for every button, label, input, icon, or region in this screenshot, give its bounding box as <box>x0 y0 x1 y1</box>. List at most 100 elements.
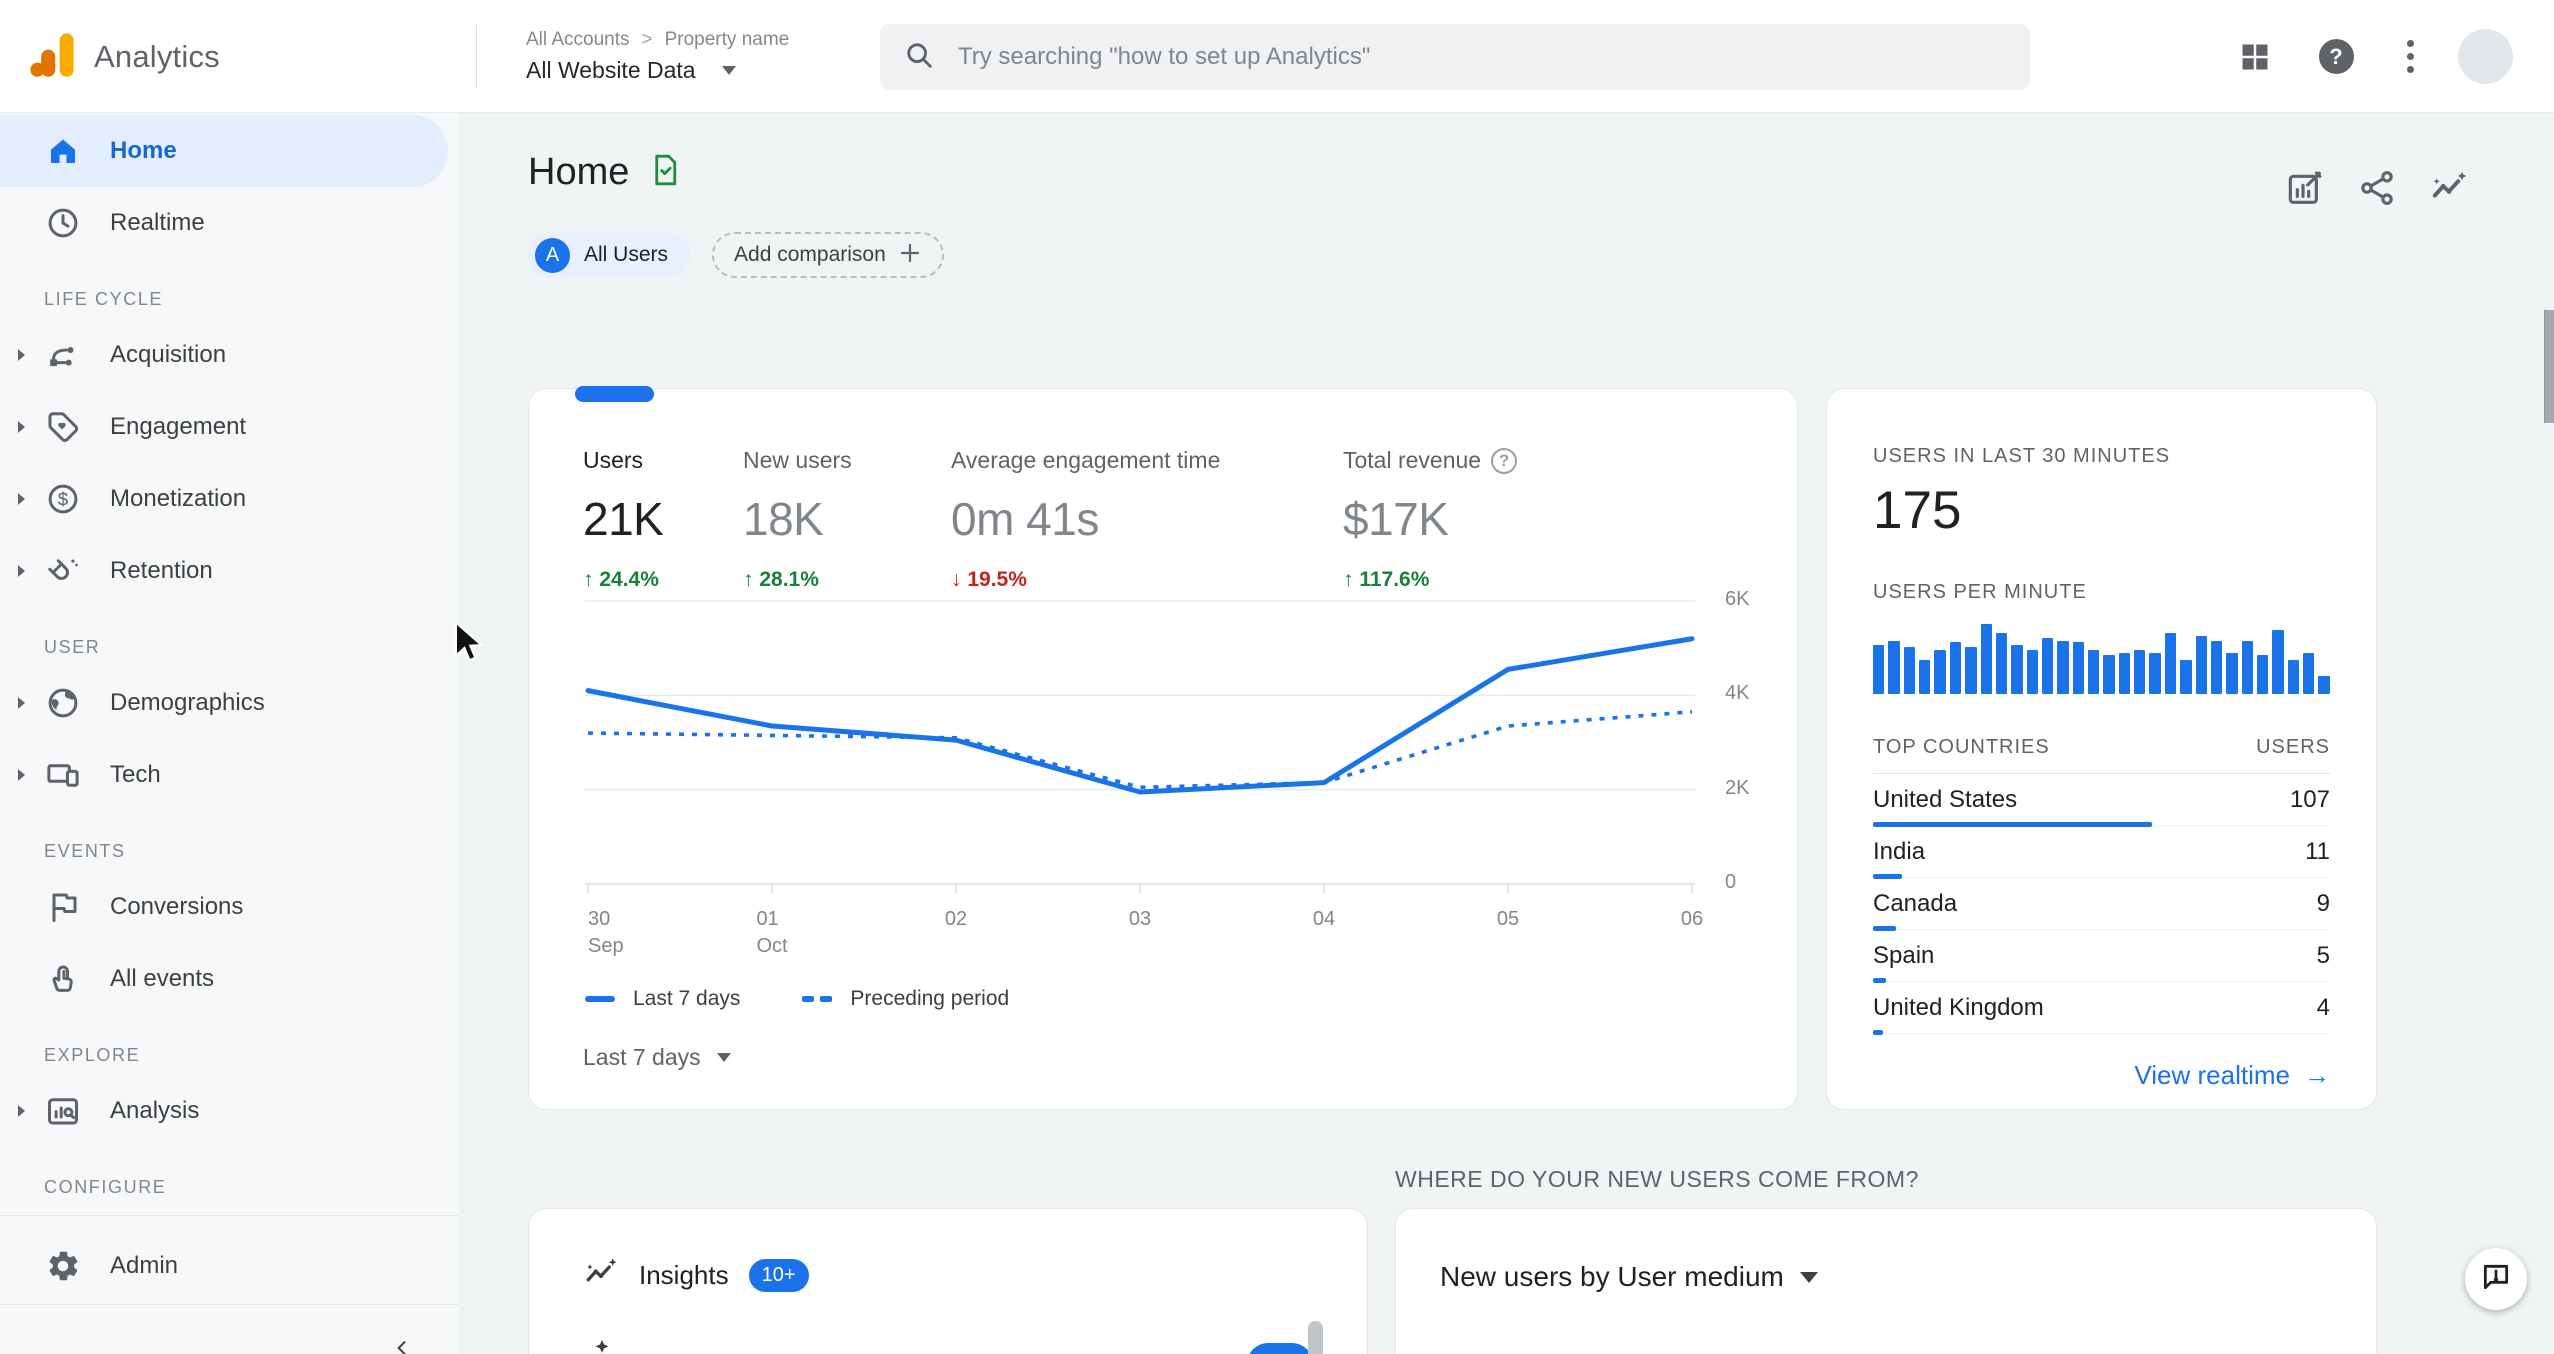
metric-label: Users <box>583 447 644 473</box>
all-users-label: All Users <box>584 243 669 266</box>
property-selector-label: All Website Data <box>526 57 696 83</box>
search-input[interactable] <box>958 43 2006 71</box>
home-icon <box>44 132 82 170</box>
insights-count-badge[interactable]: 10+ <box>748 1259 809 1292</box>
sidebar-item-label: Acquisition <box>110 341 227 368</box>
minute-bar <box>2256 654 2269 694</box>
metric-avg-engagement-time[interactable]: Average engagement time 0m 41s ↓ 19.5% <box>951 447 1343 592</box>
minute-bar <box>2226 652 2238 694</box>
metric-label: New users <box>743 447 852 473</box>
country-row[interactable]: India 11 <box>1873 826 2330 879</box>
collapse-sidebar-icon[interactable] <box>392 1338 412 1354</box>
more-vertical-icon[interactable] <box>2386 0 2434 113</box>
minute-bar <box>1903 647 1916 694</box>
country-name: Spain <box>1873 941 1935 969</box>
users-column-label: USERS <box>2256 736 2330 758</box>
sidebar-nav: Home Realtime LIFE CYCLE Acquisition Eng… <box>0 113 458 1354</box>
expand-caret-icon[interactable] <box>16 564 28 578</box>
help-icon[interactable]: ? <box>2312 0 2360 113</box>
sidebar-item-admin[interactable]: Admin <box>0 1230 458 1302</box>
customize-report-icon[interactable] <box>2285 168 2325 208</box>
country-users: 107 <box>2289 785 2330 813</box>
line-series-last-7-days <box>585 636 1695 795</box>
sidebar-item-engagement[interactable]: Engagement <box>0 391 458 463</box>
report-verified-icon[interactable] <box>647 152 683 193</box>
share-icon[interactable] <box>2357 168 2397 208</box>
metric-new-users[interactable]: New users 18K ↑ 28.1% <box>743 447 951 592</box>
top-bar: Analytics All Accounts > Property name A… <box>0 0 2554 113</box>
breakdown-dimension-selector[interactable]: New users by User medium <box>1440 1261 2336 1293</box>
insights-column: Insights 10+ <box>528 1166 1368 1354</box>
x-axis-tick: 30 Sep <box>588 908 624 957</box>
help-icon[interactable]: ? <box>1491 447 1518 474</box>
metric-delta: ↑ 28.1% <box>743 568 819 591</box>
sidebar-item-label: Analysis <box>110 1097 200 1124</box>
insights-spark-icon <box>583 1255 619 1296</box>
sidebar-item-demographics[interactable]: Demographics <box>0 667 458 739</box>
x-axis-tick: 03 <box>1128 908 1152 930</box>
x-axis-tick: 01 Oct <box>756 908 788 957</box>
sidebar-item-tech[interactable]: Tech <box>0 739 458 811</box>
sidebar-item-retention[interactable]: Retention <box>0 535 458 607</box>
country-row[interactable]: Spain 5 <box>1873 930 2330 983</box>
add-comparison-chip[interactable]: Add comparison <box>712 232 944 278</box>
expand-caret-icon[interactable] <box>16 768 28 782</box>
breadcrumb[interactable]: All Accounts > Property name <box>526 29 789 51</box>
monetization-icon: $ <box>44 480 82 518</box>
top-countries-header: TOP COUNTRIES USERS <box>1873 736 2330 759</box>
x-axis-tick: 05 <box>1496 908 1520 930</box>
sidebar-item-label: Tech <box>110 761 161 788</box>
all-users-chip[interactable]: A All Users <box>528 232 691 278</box>
search-bar[interactable] <box>880 24 2030 90</box>
sidebar-item-label: Realtime <box>110 209 205 236</box>
expand-caret-icon[interactable] <box>16 696 28 710</box>
brand-block[interactable]: Analytics <box>26 0 220 113</box>
view-realtime-link[interactable]: View realtime → <box>1873 1060 2330 1091</box>
page-scrollbar[interactable] <box>2544 310 2554 423</box>
minute-bar <box>1873 645 1885 694</box>
sidebar-item-acquisition[interactable]: Acquisition <box>0 319 458 391</box>
sidebar-item-realtime[interactable]: Realtime <box>0 187 458 259</box>
user-avatar[interactable] <box>2458 29 2513 84</box>
sidebar-item-all-events[interactable]: All events <box>0 943 458 1015</box>
analytics-app: Analytics All Accounts > Property name A… <box>0 0 2554 1354</box>
breadcrumb-property-name[interactable]: Property name <box>665 29 790 51</box>
expand-caret-icon[interactable] <box>16 348 28 362</box>
insights-scrollbar[interactable] <box>1308 1321 1323 1354</box>
insights-spark-icon <box>585 1337 619 1354</box>
feedback-button[interactable] <box>2465 1248 2527 1310</box>
metric-value: 21K <box>583 493 664 545</box>
date-range-selector[interactable]: Last 7 days <box>583 1044 731 1071</box>
main-content: Home A All Users Add comparison Users 21… <box>458 113 2554 1354</box>
insight-badge-partial <box>1247 1343 1313 1354</box>
sidebar-item-home[interactable]: Home <box>0 115 448 187</box>
sidebar-item-label: Home <box>110 137 177 164</box>
users-per-minute-label: USERS PER MINUTE <box>1873 581 2087 603</box>
breadcrumb-all-accounts[interactable]: All Accounts <box>526 29 630 51</box>
metric-total-revenue[interactable]: Total revenue ? $17K ↑ 117.6% <box>1343 447 1518 592</box>
property-selector[interactable]: All Website Data <box>526 57 789 84</box>
top-countries-label: TOP COUNTRIES <box>1873 736 2050 758</box>
legend-solid-swatch <box>585 996 615 1002</box>
minute-bar <box>1934 649 1946 694</box>
breakdown-label: New users by User medium <box>1440 1261 1784 1292</box>
country-row[interactable]: United Kingdom 4 <box>1873 982 2330 1035</box>
sidebar-item-monetization[interactable]: $ Monetization <box>0 463 458 535</box>
breadcrumb-separator: > <box>641 29 653 50</box>
metric-value: 18K <box>743 493 824 545</box>
help-glyph: ? <box>2318 39 2354 74</box>
expand-caret-icon[interactable] <box>16 420 28 434</box>
insights-spark-icon[interactable] <box>2429 168 2469 208</box>
google-apps-grid-icon[interactable] <box>2231 0 2279 113</box>
feedback-bubble-icon <box>2480 1261 2512 1298</box>
sidebar-item-conversions[interactable]: Conversions <box>0 871 458 943</box>
metric-users[interactable]: Users 21K ↑ 24.4% <box>583 447 743 592</box>
expand-caret-icon[interactable] <box>16 492 28 506</box>
country-row[interactable]: Canada 9 <box>1873 878 2330 931</box>
sidebar-section-user: USER <box>44 637 101 657</box>
sidebar-item-analysis[interactable]: Analysis <box>0 1075 458 1147</box>
users-line-chart[interactable] <box>585 594 1695 894</box>
country-row[interactable]: United States 107 <box>1873 774 2330 827</box>
expand-caret-icon[interactable] <box>16 1104 28 1118</box>
minute-bar <box>1949 642 1962 694</box>
